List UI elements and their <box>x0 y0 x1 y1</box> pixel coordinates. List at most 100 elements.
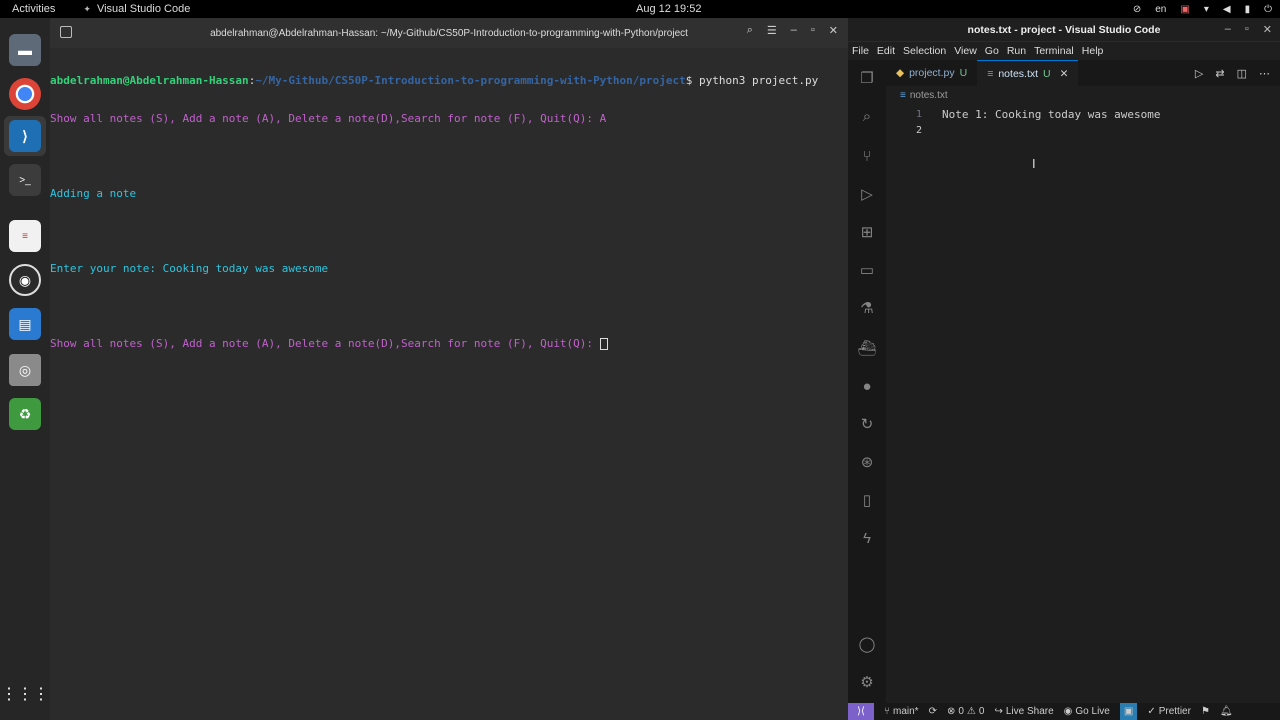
docker-icon[interactable]: ⛴ <box>857 338 877 358</box>
menu-edit[interactable]: Edit <box>877 45 895 57</box>
error-count: 0 <box>958 706 964 717</box>
editor-line[interactable]: 1 Note 1: Cooking today was awesome <box>886 106 1280 122</box>
remote-explorer-icon[interactable]: ▭ <box>857 260 877 280</box>
menu-terminal[interactable]: Terminal <box>1034 45 1074 57</box>
app-menu[interactable]: ✦ Visual Studio Code <box>83 3 190 15</box>
maximize-icon[interactable]: ▫ <box>811 24 815 37</box>
minimize-icon[interactable]: – <box>1225 23 1231 36</box>
settings-gear-icon[interactable]: ⚙ <box>857 672 877 692</box>
tab-notes-txt[interactable]: ≡ notes.txt U ✕ <box>977 60 1079 86</box>
menu-go[interactable]: Go <box>985 45 999 57</box>
menu-run[interactable]: Run <box>1007 45 1026 57</box>
power-icon[interactable]: ⏻ <box>1264 4 1272 15</box>
thunder-icon[interactable]: ϟ <box>857 528 877 548</box>
python-file-icon: ◆ <box>896 67 905 79</box>
trash-icon[interactable]: ♻ <box>9 398 41 430</box>
run-debug-icon[interactable]: ▷ <box>857 184 877 204</box>
editor-line[interactable]: 2 <box>886 122 1280 138</box>
minimize-icon[interactable]: – <box>791 24 797 37</box>
terminal-window[interactable]: abdelrahman@Abdelrahman-Hassan: ~/My-Git… <box>50 18 848 720</box>
terminal-icon[interactable]: >_ <box>9 164 41 196</box>
explorer-icon[interactable]: ❐ <box>857 68 877 88</box>
menu-file[interactable]: File <box>852 45 869 57</box>
vscode-small-icon: ✦ <box>83 3 91 14</box>
menu-line: Show all notes (S), Add a note (A), Dele… <box>50 111 607 125</box>
prettier-button[interactable]: ✓ Prettier <box>1147 706 1191 717</box>
search-icon[interactable]: ⌕ <box>857 106 877 126</box>
text-editor-icon[interactable]: ≡ <box>9 220 41 252</box>
go-live-label: Go Live <box>1075 706 1110 717</box>
bookmarks-icon[interactable]: ▯ <box>857 490 877 510</box>
notifications-icon[interactable]: 🔔︎ <box>1220 706 1233 717</box>
go-live-button[interactable]: ◉ Go Live <box>1064 706 1110 717</box>
run-icon[interactable]: ▷ <box>1195 67 1203 80</box>
language-indicator[interactable]: en <box>1155 4 1166 15</box>
menu-bar: File Edit Selection View Go Run Terminal… <box>848 42 1280 60</box>
system-top-bar: Activities ✦ Visual Studio Code Aug 12 1… <box>0 0 1280 18</box>
search-icon[interactable]: ⌕ <box>747 24 753 37</box>
untracked-badge: U <box>959 67 968 79</box>
breadcrumb[interactable]: ≡ notes.txt <box>900 90 948 101</box>
vscode-window[interactable]: notes.txt - project - Visual Studio Code… <box>848 18 1280 720</box>
terminal-titlebar[interactable]: abdelrahman@Abdelrahman-Hassan: ~/My-Git… <box>50 18 848 48</box>
wifi-icon[interactable]: ▾ <box>1204 4 1209 15</box>
tab-project-py[interactable]: ◆ project.py U <box>886 60 977 86</box>
split-editor-icon[interactable]: ◫ <box>1237 67 1247 80</box>
testing-icon[interactable]: ⚗ <box>857 298 877 318</box>
breadcrumb-file[interactable]: notes.txt <box>910 90 948 101</box>
activity-bar: ❐ ⌕ ⑂ ▷ ⊞ ▭ ⚗ ⛴ ● ↻ ⊛ ▯ ϟ ◯ ⚙ <box>848 60 886 703</box>
menu-selection[interactable]: Selection <box>903 45 946 57</box>
terminal-title: abdelrahman@Abdelrahman-Hassan: ~/My-Git… <box>210 27 688 39</box>
compare-icon[interactable]: ⇄ <box>1215 67 1224 80</box>
close-icon[interactable]: ✕ <box>1263 23 1272 36</box>
branch-name: main* <box>893 706 919 717</box>
more-actions-icon[interactable]: ⋯ <box>1259 67 1270 80</box>
sync-icon[interactable]: ⟳ <box>929 706 937 717</box>
git-graph-icon[interactable]: ⊛ <box>857 452 877 472</box>
network-indicator-icon[interactable]: ⊘ <box>1133 4 1141 15</box>
warning-icon: ⚠ <box>966 706 976 717</box>
vscode-window-controls: – ▫ ✕ <box>1225 23 1272 36</box>
live-share-icon[interactable]: ↻ <box>857 414 877 434</box>
copilot-icon[interactable]: ▣ <box>1119 703 1138 720</box>
menu-help[interactable]: Help <box>1082 45 1104 57</box>
screen-record-icon[interactable]: ▣ <box>1180 4 1189 15</box>
remote-indicator-icon[interactable]: ⟩⟨ <box>848 703 874 720</box>
accounts-icon[interactable]: ◯ <box>857 634 877 654</box>
activities-button[interactable]: Activities <box>12 3 55 15</box>
show-apps-icon[interactable]: ⋮⋮⋮ <box>1 678 49 710</box>
source-control-icon[interactable]: ⑂ <box>857 146 877 166</box>
vscode-titlebar[interactable]: notes.txt - project - Visual Studio Code… <box>848 18 1280 42</box>
tab-close-icon[interactable]: ✕ <box>1060 68 1069 80</box>
system-tray[interactable]: ⊘ en ▣ ▾ ◀ ▮ ⏻ <box>1133 4 1272 15</box>
terminal-output[interactable]: abdelrahman@Abdelrahman-Hassan:~/My-Gith… <box>50 48 848 375</box>
new-tab-icon[interactable] <box>60 26 72 38</box>
maximize-icon[interactable]: ▫ <box>1245 23 1249 36</box>
github-icon[interactable]: ● <box>857 376 877 396</box>
battery-icon[interactable]: ▮ <box>1245 4 1251 15</box>
adding-line: Adding a note <box>50 186 137 200</box>
clock[interactable]: Aug 12 19:52 <box>636 3 701 15</box>
feedback-icon[interactable]: ⚑ <box>1201 706 1210 717</box>
disk-icon[interactable]: ◎ <box>9 354 41 386</box>
obs-icon[interactable]: ◉ <box>9 264 41 296</box>
close-icon[interactable]: ✕ <box>829 24 838 37</box>
editor-actions: ▷ ⇄ ◫ ⋯ <box>1195 60 1280 86</box>
files-icon[interactable]: ▬ <box>9 34 41 66</box>
prompt-cmd: $ python3 project.py <box>685 74 819 87</box>
branch-indicator[interactable]: ⑂ main* <box>884 706 919 717</box>
extensions-icon[interactable]: ⊞ <box>857 222 877 242</box>
dock: ▬ ⟩ >_ ≡ ◉ ▤ ◎ ♻ ⋮⋮⋮ <box>0 18 50 720</box>
live-share-button[interactable]: ↪ Live Share <box>994 706 1053 717</box>
problems-indicator[interactable]: ⊗ 0 ⚠ 0 <box>947 706 984 717</box>
editor-area[interactable]: 1 Note 1: Cooking today was awesome 2 <box>886 106 1280 138</box>
menu-view[interactable]: View <box>954 45 977 57</box>
prompt-user: abdelrahman@Abdelrahman-Hassan <box>50 74 249 87</box>
chrome-icon[interactable] <box>9 78 41 110</box>
menu-icon[interactable]: ☰ <box>767 24 777 37</box>
broadcast-icon: ◉ <box>1063 706 1073 717</box>
writer-icon[interactable]: ▤ <box>9 308 41 340</box>
volume-icon[interactable]: ◀ <box>1223 4 1231 15</box>
vscode-icon[interactable]: ⟩ <box>9 120 41 152</box>
